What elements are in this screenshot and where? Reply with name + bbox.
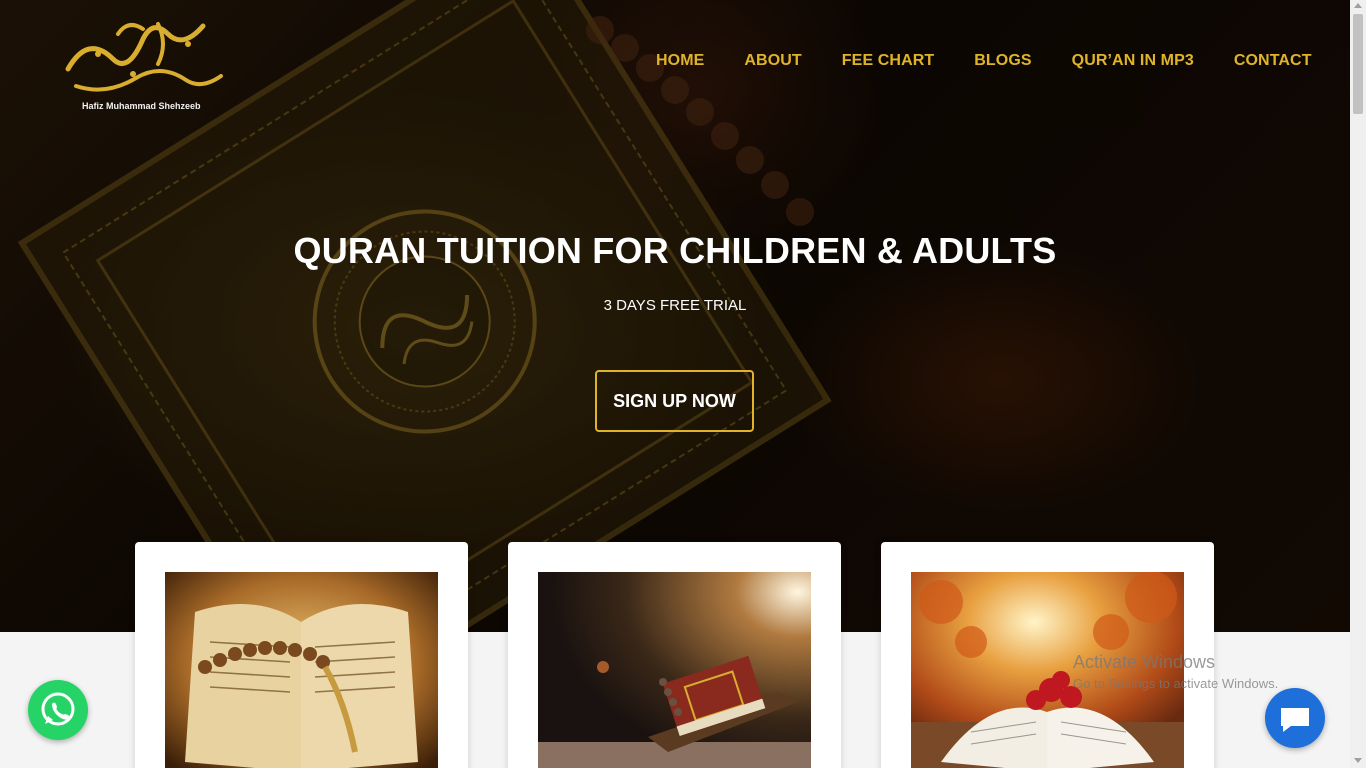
calligraphy-logo-icon xyxy=(65,22,223,92)
whatsapp-icon xyxy=(41,692,75,726)
chat-bubble-icon xyxy=(1281,708,1309,732)
open-quran-beads-image xyxy=(165,572,438,768)
scroll-down-arrow-icon[interactable] xyxy=(1354,758,1362,763)
whatsapp-button[interactable] xyxy=(28,680,88,740)
quran-on-stand-image xyxy=(538,572,811,768)
scroll-up-arrow-icon[interactable] xyxy=(1354,3,1362,8)
live-chat-button[interactable] xyxy=(1265,688,1325,748)
watermark-line2: Go to Settings to activate Windows. xyxy=(1073,676,1279,691)
scrollbar-thumb[interactable] xyxy=(1353,14,1363,114)
watermark-line1: Activate Windows xyxy=(1073,652,1216,672)
nav-fee-chart[interactable]: FEE CHART xyxy=(842,52,934,70)
page-scrollbar[interactable] xyxy=(1350,0,1366,768)
nav-blogs[interactable]: BLOGS xyxy=(974,52,1031,70)
nav-contact[interactable]: CONTACT xyxy=(1234,52,1312,70)
nav-home[interactable]: HOME xyxy=(656,52,704,70)
site-logo[interactable]: Hafiz Muhammad Shehzeeb xyxy=(58,14,228,114)
nav-quran-in-mp3[interactable]: QUR’AN IN MP3 xyxy=(1072,52,1194,70)
feature-card-2[interactable] xyxy=(508,542,841,768)
nav-about[interactable]: ABOUT xyxy=(744,52,801,70)
main-nav: HOME ABOUT FEE CHART BLOGS QUR’AN IN MP3… xyxy=(656,52,1312,70)
hero-subtitle: 3 DAYS FREE TRIAL xyxy=(603,297,747,314)
hero-section: Hafiz Muhammad Shehzeeb HOME ABOUT FEE C… xyxy=(0,0,1350,632)
sign-up-now-button[interactable]: SIGN UP NOW xyxy=(595,370,754,432)
windows-activation-watermark: Activate Windows Go to Settings to activ… xyxy=(1073,652,1278,691)
hero-title: QURAN TUITION FOR CHILDREN & ADULTS xyxy=(293,230,1057,271)
logo-caption: Hafiz Muhammad Shehzeeb xyxy=(82,101,201,111)
feature-card-1[interactable] xyxy=(135,542,468,768)
